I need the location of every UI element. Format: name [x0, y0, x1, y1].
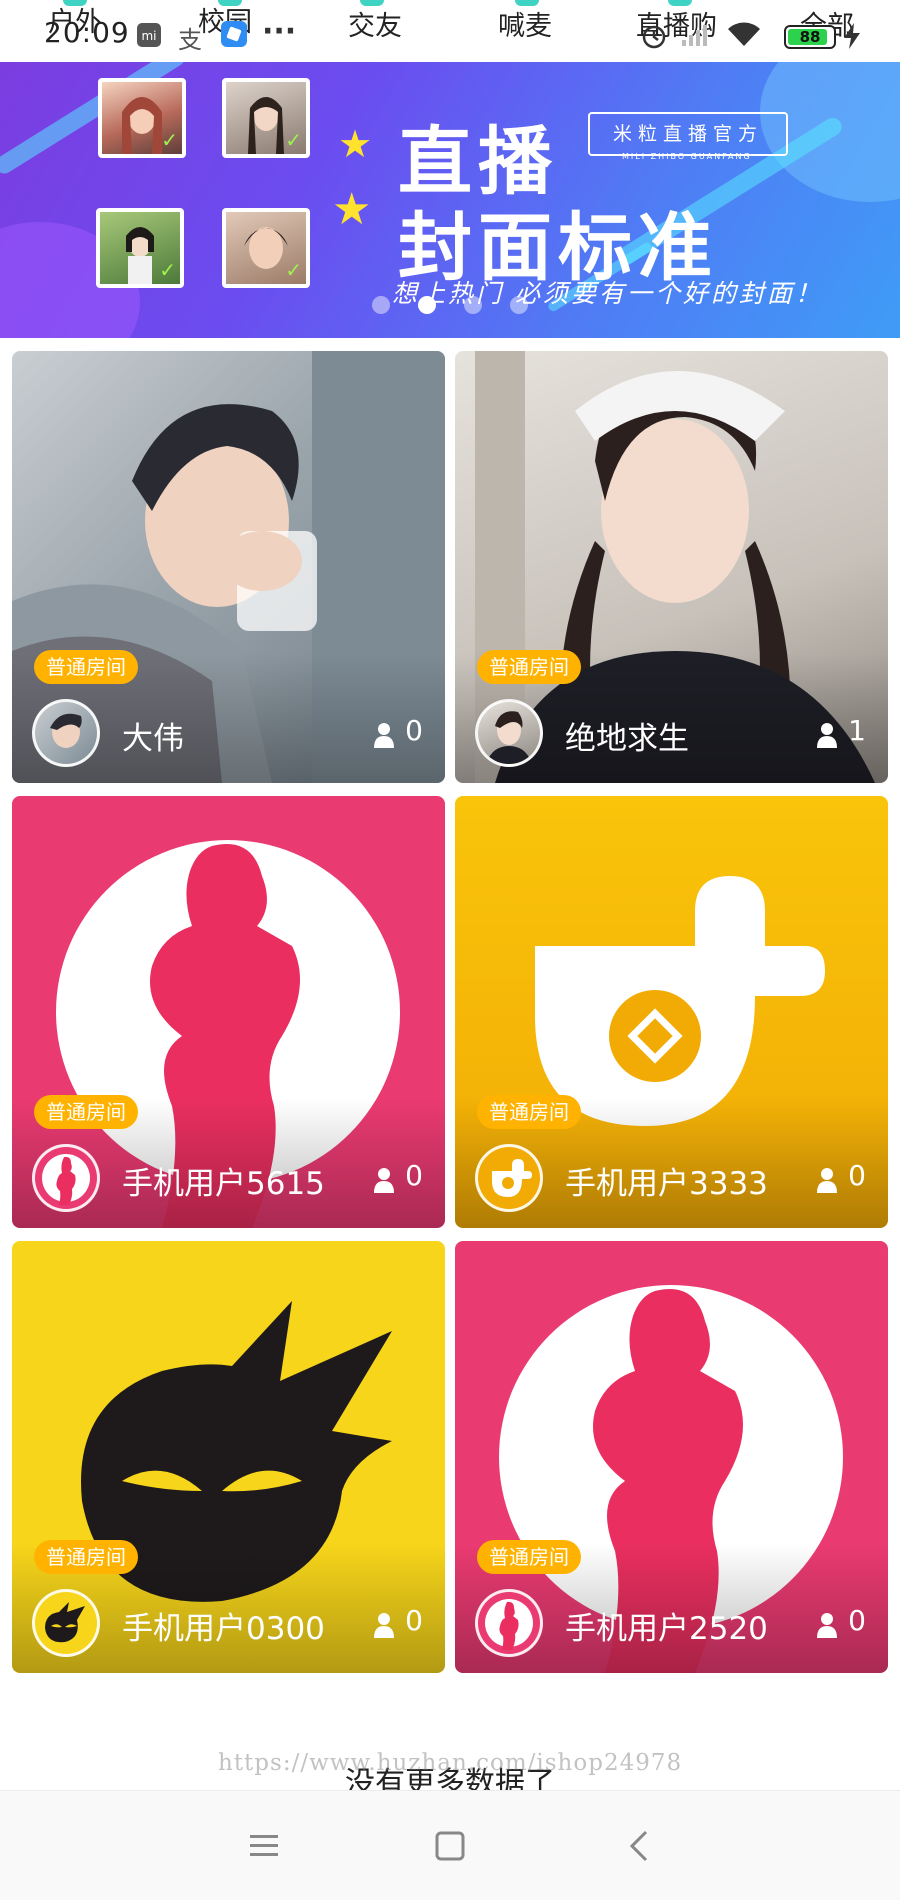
room-type-badge: 普通房间: [34, 1540, 138, 1574]
person-icon: [374, 1613, 394, 1638]
battery-level: 88: [799, 28, 821, 46]
banner-thumbnail: ✓: [98, 78, 186, 158]
banner-tag-subtitle: MILI ZHIBO GUANFANG: [622, 152, 752, 161]
top-bar: 户外 校园 交友 喊麦 直播购 全部 20:09 mi 支 ··· 88: [0, 0, 900, 62]
menu-icon: [250, 1835, 278, 1856]
tab-friends[interactable]: 交友: [348, 4, 402, 43]
star-icon: ★: [338, 122, 373, 166]
person-icon: [817, 1168, 837, 1193]
banner-thumbnail: ✓: [96, 208, 184, 288]
back-button[interactable]: [610, 1821, 670, 1871]
star-icon: ★: [332, 184, 372, 235]
alarm-icon: [640, 22, 668, 56]
viewer-count: 0: [405, 1604, 423, 1637]
viewer-count: 0: [405, 1159, 423, 1192]
check-icon: ✓: [285, 258, 302, 282]
room-card[interactable]: 普通房间 绝地求生 1: [455, 351, 888, 783]
room-card[interactable]: 普通房间 大伟 0: [12, 351, 445, 783]
check-icon: ✓: [161, 128, 178, 152]
viewer-count: 0: [405, 714, 423, 747]
anchor-name: 绝地求生: [565, 721, 689, 757]
room-card[interactable]: 普通房间 手机用户2520 0: [455, 1241, 888, 1673]
banner-thumbnail: ✓: [222, 208, 310, 288]
room-card[interactable]: 普通房间 手机用户0300 0: [12, 1241, 445, 1673]
svg-text:mi: mi: [141, 29, 156, 43]
avatar[interactable]: [475, 1589, 543, 1657]
home-button[interactable]: [420, 1821, 480, 1871]
anchor-name: 手机用户3333: [565, 1166, 768, 1202]
menu-button[interactable]: [234, 1821, 294, 1871]
pagination-dot[interactable]: [418, 296, 436, 314]
app-notification-icon: [220, 20, 248, 54]
status-time: 20:09: [44, 16, 130, 49]
banner-tag: 米粒直播官方: [588, 112, 788, 156]
home-icon: [435, 1831, 465, 1861]
room-card[interactable]: 普通房间 手机用户5615 0: [12, 796, 445, 1228]
avatar[interactable]: [32, 699, 100, 767]
room-type-badge: 普通房间: [477, 650, 581, 684]
anchor-name: 大伟: [122, 721, 184, 757]
avatar[interactable]: [475, 699, 543, 767]
person-icon: [374, 723, 394, 748]
room-card[interactable]: 普通房间 手机用户3333 0: [455, 796, 888, 1228]
banner-slogan: 想上热门 必须要有一个好的封面！: [392, 279, 823, 308]
viewer-count: 1: [848, 714, 866, 747]
viewer-count: 0: [848, 1159, 866, 1192]
back-icon: [629, 1830, 648, 1862]
check-icon: ✓: [285, 128, 302, 152]
pagination-dot[interactable]: [510, 296, 528, 314]
room-type-badge: 普通房间: [477, 1095, 581, 1129]
battery-indicator: 88: [784, 25, 836, 49]
avatar[interactable]: [32, 1144, 100, 1212]
system-nav-bar: [0, 1790, 900, 1900]
room-type-badge: 普通房间: [34, 650, 138, 684]
more-notifications-icon: ···: [262, 14, 297, 49]
pagination-dot[interactable]: [464, 296, 482, 314]
watermark: https://www.huzhan.com/ishop24978: [218, 1750, 683, 1776]
pagination-dot[interactable]: [372, 296, 390, 314]
avatar[interactable]: [475, 1144, 543, 1212]
anchor-name: 手机用户5615: [122, 1166, 325, 1202]
banner-carousel[interactable]: ✓ ✓ ✓ ✓ ★ ★ 直播 封面标准 米粒直播官方 MILI ZHIBO GU…: [0, 62, 900, 338]
anchor-name: 手机用户2520: [565, 1611, 768, 1647]
room-type-badge: 普通房间: [34, 1095, 138, 1129]
tab-mc[interactable]: 喊麦: [498, 4, 552, 43]
person-icon: [374, 1168, 394, 1193]
alipay-icon: 支: [178, 26, 202, 54]
mi-app-icon: mi: [136, 22, 162, 54]
check-icon: ✓: [159, 258, 176, 282]
signal-icon: [680, 22, 710, 54]
person-icon: [817, 723, 837, 748]
charging-icon: [842, 22, 862, 56]
person-icon: [817, 1613, 837, 1638]
anchor-name: 手机用户0300: [122, 1611, 325, 1647]
viewer-count: 0: [848, 1604, 866, 1637]
avatar[interactable]: [32, 1589, 100, 1657]
wifi-icon: [726, 20, 762, 54]
room-type-badge: 普通房间: [477, 1540, 581, 1574]
banner-thumbnail: ✓: [222, 78, 310, 158]
